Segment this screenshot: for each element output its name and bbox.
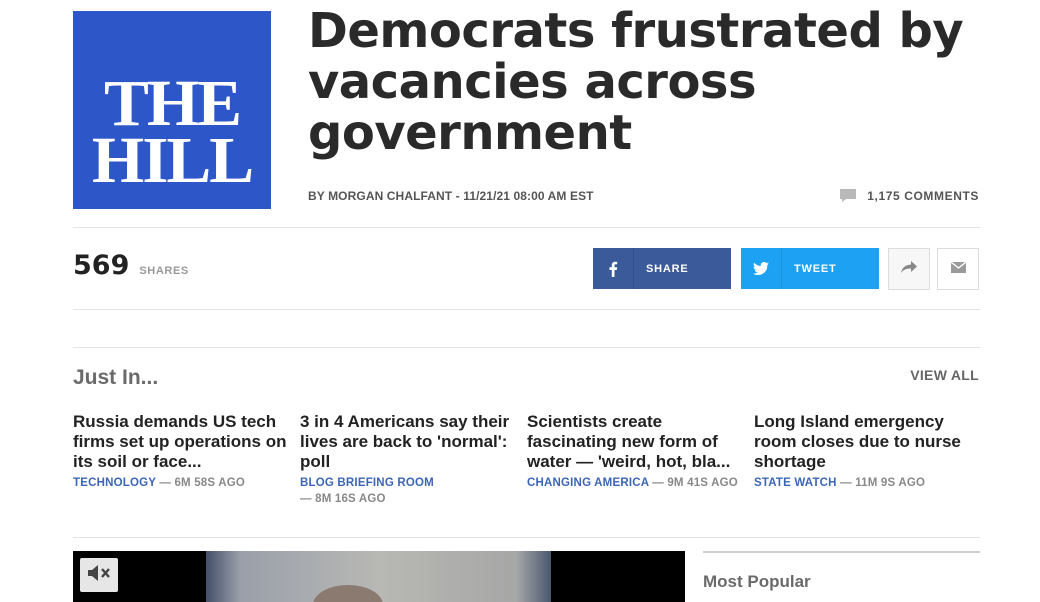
story-title[interactable]: Long Island emergency room closes due to…	[754, 412, 969, 472]
just-in-story[interactable]: 3 in 4 Americans say their lives are bac…	[300, 412, 515, 507]
divider	[73, 227, 980, 228]
just-in-heading: Just In...	[73, 366, 159, 389]
facebook-icon	[593, 248, 634, 289]
mute-button[interactable]	[80, 558, 118, 592]
story-category[interactable]: STATE WATCH	[754, 477, 837, 489]
story-category[interactable]: TECHNOLOGY	[73, 477, 156, 489]
story-category[interactable]: CHANGING AMERICA	[527, 477, 649, 489]
twitter-icon	[741, 248, 782, 289]
twitter-share-button[interactable]: TWEET	[741, 248, 879, 289]
the-hill-logo[interactable]: THE HILL	[73, 11, 271, 209]
comments-count: 1,175 COMMENTS	[867, 188, 979, 203]
story-time: — 11M 9S AGO	[840, 477, 926, 489]
share-count-label: SHARES	[139, 265, 189, 277]
email-share-button[interactable]	[937, 248, 979, 290]
comments-link[interactable]: 1,175 COMMENTS	[839, 188, 979, 203]
video-player[interactable]	[73, 551, 685, 602]
just-in-story[interactable]: Russia demands US tech firms set up oper…	[73, 412, 288, 491]
just-in-story[interactable]: Long Island emergency room closes due to…	[754, 412, 969, 491]
story-time: — 8M 16S AGO	[300, 493, 386, 505]
story-meta: CHANGING AMERICA — 9M 41S AGO	[527, 475, 742, 491]
story-category[interactable]: BLOG BRIEFING ROOM	[300, 477, 434, 489]
twitter-share-label: TWEET	[794, 262, 837, 275]
share-count-number: 569	[73, 250, 130, 281]
most-popular-heading: Most Popular	[703, 572, 811, 591]
facebook-share-label: SHARE	[646, 262, 689, 275]
share-arrow-icon	[901, 260, 917, 278]
story-time: — 9M 41S AGO	[652, 477, 738, 489]
story-title[interactable]: 3 in 4 Americans say their lives are bac…	[300, 412, 515, 472]
story-meta: STATE WATCH — 11M 9S AGO	[754, 475, 969, 491]
just-in-story[interactable]: Scientists create fascinating new form o…	[527, 412, 742, 491]
divider	[73, 309, 980, 310]
speaker-muted-icon	[86, 563, 112, 588]
story-time: — 6M 58S AGO	[159, 477, 246, 489]
story-title[interactable]: Scientists create fascinating new form o…	[527, 412, 742, 472]
article-headline: Democrats frustrated by vacancies across…	[308, 3, 964, 161]
logo-line-2: HILL	[91, 124, 254, 197]
divider	[73, 537, 980, 538]
divider	[73, 347, 980, 348]
envelope-icon	[950, 260, 966, 278]
story-meta: TECHNOLOGY — 6M 58S AGO	[73, 475, 288, 491]
story-title[interactable]: Russia demands US tech firms set up oper…	[73, 412, 288, 472]
share-count: 569 SHARES	[73, 250, 189, 281]
view-all-link[interactable]: VIEW ALL	[910, 367, 979, 383]
most-popular-divider	[703, 551, 980, 553]
article-byline: BY MORGAN CHALFANT - 11/21/21 08:00 AM E…	[308, 189, 594, 203]
more-share-button[interactable]	[888, 248, 930, 290]
comment-bubble-icon	[839, 188, 857, 203]
facebook-share-button[interactable]: SHARE	[593, 248, 731, 289]
story-meta: BLOG BRIEFING ROOM — 8M 16S AGO	[300, 475, 515, 507]
